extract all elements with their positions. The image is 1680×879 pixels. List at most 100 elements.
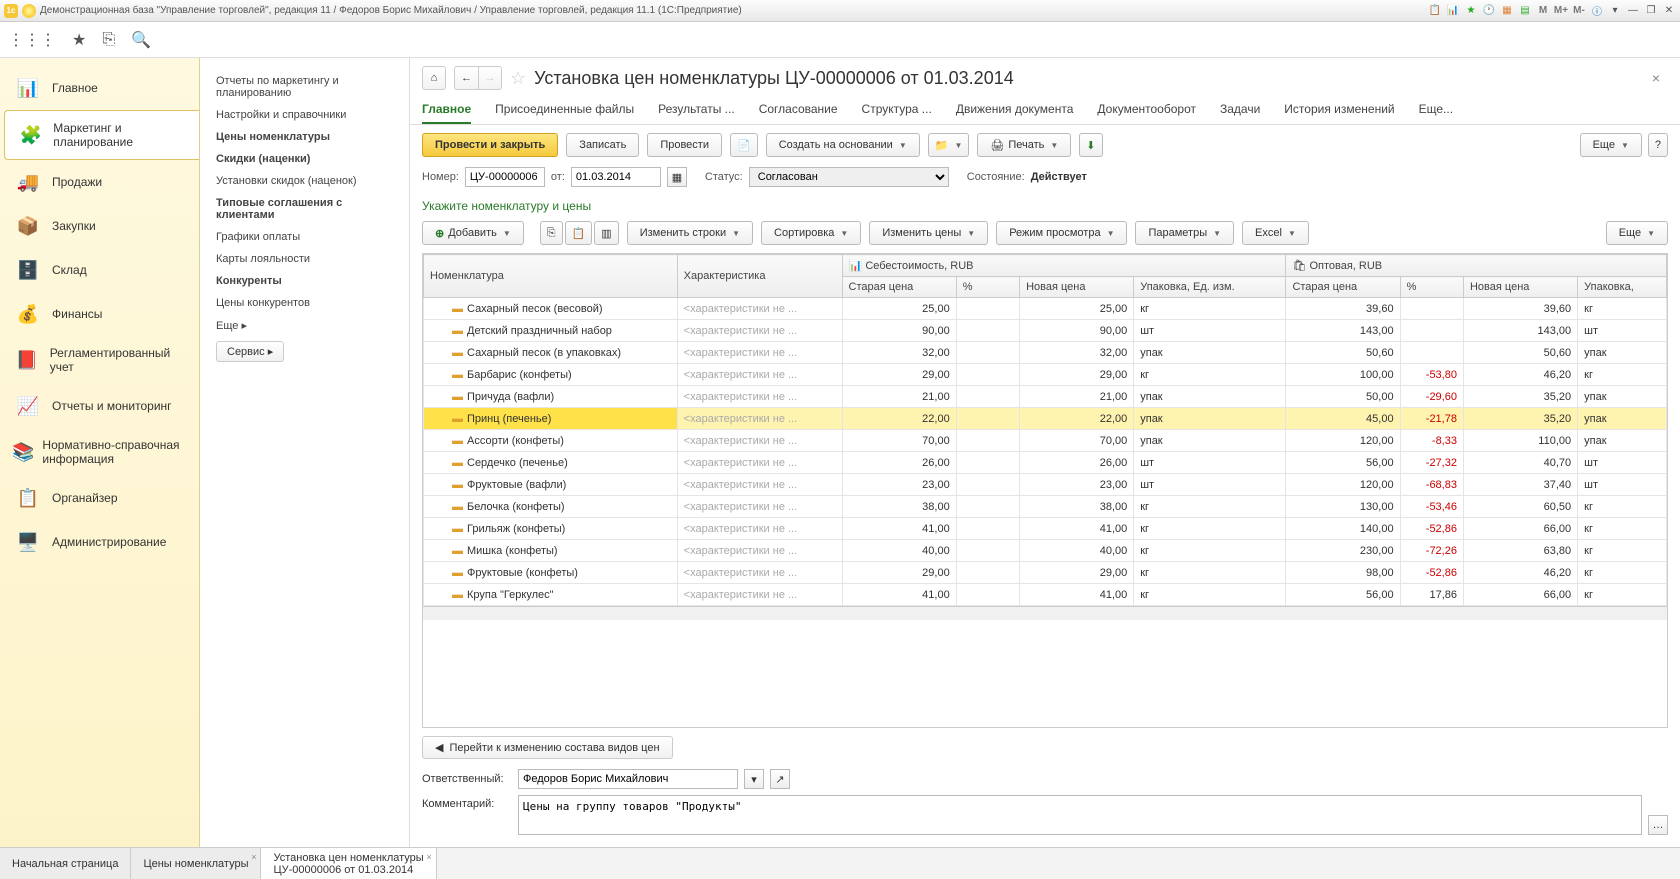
col-old-price-2[interactable]: Старая цена <box>1286 277 1400 298</box>
nav-item[interactable]: 📊Главное <box>0 66 199 110</box>
print-button[interactable]: 🖨Печать▼ <box>977 133 1071 157</box>
post-button[interactable]: Провести <box>647 133 722 157</box>
nav-item[interactable]: 📚Нормативно-справочная информация <box>0 428 199 476</box>
close-icon[interactable]: ✕ <box>1662 4 1676 18</box>
params-button[interactable]: Параметры▼ <box>1135 221 1234 245</box>
doc-tab[interactable]: Задачи <box>1220 98 1260 124</box>
table-row[interactable]: ▬Ассорти (конфеты)<характеристики не ...… <box>424 430 1667 452</box>
comment-input[interactable] <box>518 795 1642 835</box>
bottom-tab[interactable]: Установка цен номенклатурыЦУ-00000006 от… <box>261 848 436 879</box>
doc-tab[interactable]: Движения документа <box>956 98 1074 124</box>
nav-item[interactable]: 📋Органайзер <box>0 476 199 520</box>
tab-close-icon[interactable]: × <box>426 852 431 862</box>
report-icon[interactable]: 📄 <box>730 133 758 157</box>
toolbar-icon[interactable]: 📋 <box>1428 4 1442 18</box>
bottom-tab[interactable]: Начальная страница <box>0 848 131 879</box>
table-more-button[interactable]: Еще▼ <box>1606 221 1668 245</box>
nav-item[interactable]: 🗄️Склад <box>0 248 199 292</box>
dropdown-icon[interactable] <box>22 4 36 18</box>
horizontal-scrollbar[interactable] <box>423 606 1667 620</box>
table-row[interactable]: ▬Крупа "Геркулес"<характеристики не ...4… <box>424 584 1667 606</box>
number-input[interactable] <box>465 167 545 187</box>
back-button[interactable]: ← <box>454 66 478 90</box>
m-minus-button[interactable]: M- <box>1572 4 1586 18</box>
change-rows-button[interactable]: Изменить строки▼ <box>627 221 753 245</box>
col-pct-2[interactable]: % <box>1400 277 1463 298</box>
col-group-wholesale[interactable]: 🛍 Оптовая, RUB <box>1286 255 1667 277</box>
star-icon[interactable]: ★ <box>72 30 86 50</box>
bottom-tab[interactable]: Цены номенклатуры× <box>131 848 261 879</box>
table-row[interactable]: ▬Белочка (конфеты)<характеристики не ...… <box>424 496 1667 518</box>
subnav-item[interactable]: Цены конкурентов <box>208 292 401 314</box>
save-button[interactable]: Записать <box>566 133 639 157</box>
table-wrap[interactable]: Номенклатура Характеристика 📊 Себестоимо… <box>422 253 1668 728</box>
date-input[interactable] <box>571 167 661 187</box>
sort-button[interactable]: Сортировка▼ <box>761 221 861 245</box>
subnav-item[interactable]: Установки скидок (наценок) <box>208 170 401 192</box>
post-close-button[interactable]: Провести и закрыть <box>422 133 558 157</box>
doc-tab[interactable]: Структура ... <box>862 98 932 124</box>
col-nomen[interactable]: Номенклатура <box>424 255 678 298</box>
nav-item[interactable]: 💰Финансы <box>0 292 199 336</box>
table-row[interactable]: ▬Барбарис (конфеты)<характеристики не ..… <box>424 364 1667 386</box>
table-row[interactable]: ▬Причуда (вафли)<характеристики не ...21… <box>424 386 1667 408</box>
subnav-item[interactable]: Цены номенклатуры <box>208 126 401 148</box>
col-new-price-2[interactable]: Новая цена <box>1463 277 1577 298</box>
nav-item[interactable]: 🧩Маркетинг и планирование <box>4 110 199 160</box>
minimize-icon[interactable]: — <box>1626 4 1640 18</box>
subnav-item[interactable]: Конкуренты <box>208 270 401 292</box>
col-group-cost[interactable]: 📊 Себестоимость, RUB <box>842 255 1286 277</box>
service-button[interactable]: Сервис ▸ <box>216 341 284 362</box>
doc-tab[interactable]: Присоединенные файлы <box>495 98 634 124</box>
table-row[interactable]: ▬Грильяж (конфеты)<характеристики не ...… <box>424 518 1667 540</box>
table-row[interactable]: ▬Фруктовые (конфеты)<характеристики не .… <box>424 562 1667 584</box>
doc-tab[interactable]: Главное <box>422 98 471 124</box>
nav-item[interactable]: 🖥️Администрирование <box>0 520 199 564</box>
calc-icon[interactable]: ▦ <box>1500 4 1514 18</box>
excel-button[interactable]: Excel▼ <box>1242 221 1309 245</box>
tab-close-icon[interactable]: × <box>251 852 256 862</box>
nav-item[interactable]: 🚚Продажи <box>0 160 199 204</box>
expand-icon[interactable]: … <box>1648 815 1668 835</box>
change-prices-button[interactable]: Изменить цены▼ <box>869 221 988 245</box>
subnav-more[interactable]: Еще ▸ <box>208 314 401 337</box>
doc-tab[interactable]: Еще... <box>1419 98 1453 124</box>
select-dropdown-icon[interactable]: ▾ <box>744 769 764 789</box>
favorite-icon[interactable]: ★ <box>1464 4 1478 18</box>
subnav-item[interactable]: Отчеты по маркетингу и планированию <box>208 70 401 104</box>
open-ref-icon[interactable]: ↗ <box>770 769 790 789</box>
table-row[interactable]: ▬Мишка (конфеты)<характеристики не ...40… <box>424 540 1667 562</box>
subnav-item[interactable]: Карты лояльности <box>208 248 401 270</box>
subnav-item[interactable]: Графики оплаты <box>208 226 401 248</box>
m-button[interactable]: M <box>1536 4 1550 18</box>
table-row[interactable]: ▬Детский праздничный набор<характеристик… <box>424 320 1667 342</box>
table-row[interactable]: ▬Сахарный песок (в упаковках)<характерис… <box>424 342 1667 364</box>
status-select[interactable]: Согласован <box>749 167 949 187</box>
col-pct[interactable]: % <box>956 277 1019 298</box>
doc-tab[interactable]: Результаты ... <box>658 98 735 124</box>
subnav-item[interactable]: Скидки (наценки) <box>208 148 401 170</box>
search-icon[interactable]: 🔍 <box>131 30 151 50</box>
calendar-icon[interactable]: ▦ <box>667 167 687 187</box>
m-plus-button[interactable]: M+ <box>1554 4 1568 18</box>
table-row[interactable]: ▬Принц (печенье)<характеристики не ...22… <box>424 408 1667 430</box>
paste-icon[interactable]: 📋 <box>565 221 593 245</box>
maximize-icon[interactable]: ❐ <box>1644 4 1658 18</box>
col-new-price[interactable]: Новая цена <box>1020 277 1134 298</box>
create-based-button[interactable]: Создать на основании▼ <box>766 133 920 157</box>
favorite-star-icon[interactable]: ☆ <box>510 68 526 89</box>
goto-price-types-button[interactable]: ◀ Перейти к изменению состава видов цен <box>422 736 673 759</box>
nav-item[interactable]: 📦Закупки <box>0 204 199 248</box>
col-pack-2[interactable]: Упаковка, <box>1578 277 1667 298</box>
nav-item[interactable]: 📈Отчеты и мониторинг <box>0 384 199 428</box>
doc-tab[interactable]: Согласование <box>759 98 838 124</box>
nav-item[interactable]: 📕Регламентированный учет <box>0 336 199 384</box>
table-row[interactable]: ▬Сахарный песок (весовой)<характеристики… <box>424 298 1667 320</box>
page-icon[interactable]: ⎘ <box>102 31 115 49</box>
responsible-input[interactable] <box>518 769 738 789</box>
barcode-icon[interactable]: ▥ <box>594 221 618 245</box>
view-mode-button[interactable]: Режим просмотра▼ <box>996 221 1127 245</box>
col-old-price[interactable]: Старая цена <box>842 277 956 298</box>
toolbar-icon[interactable]: 📊 <box>1446 4 1460 18</box>
doc-tab[interactable]: История изменений <box>1284 98 1394 124</box>
